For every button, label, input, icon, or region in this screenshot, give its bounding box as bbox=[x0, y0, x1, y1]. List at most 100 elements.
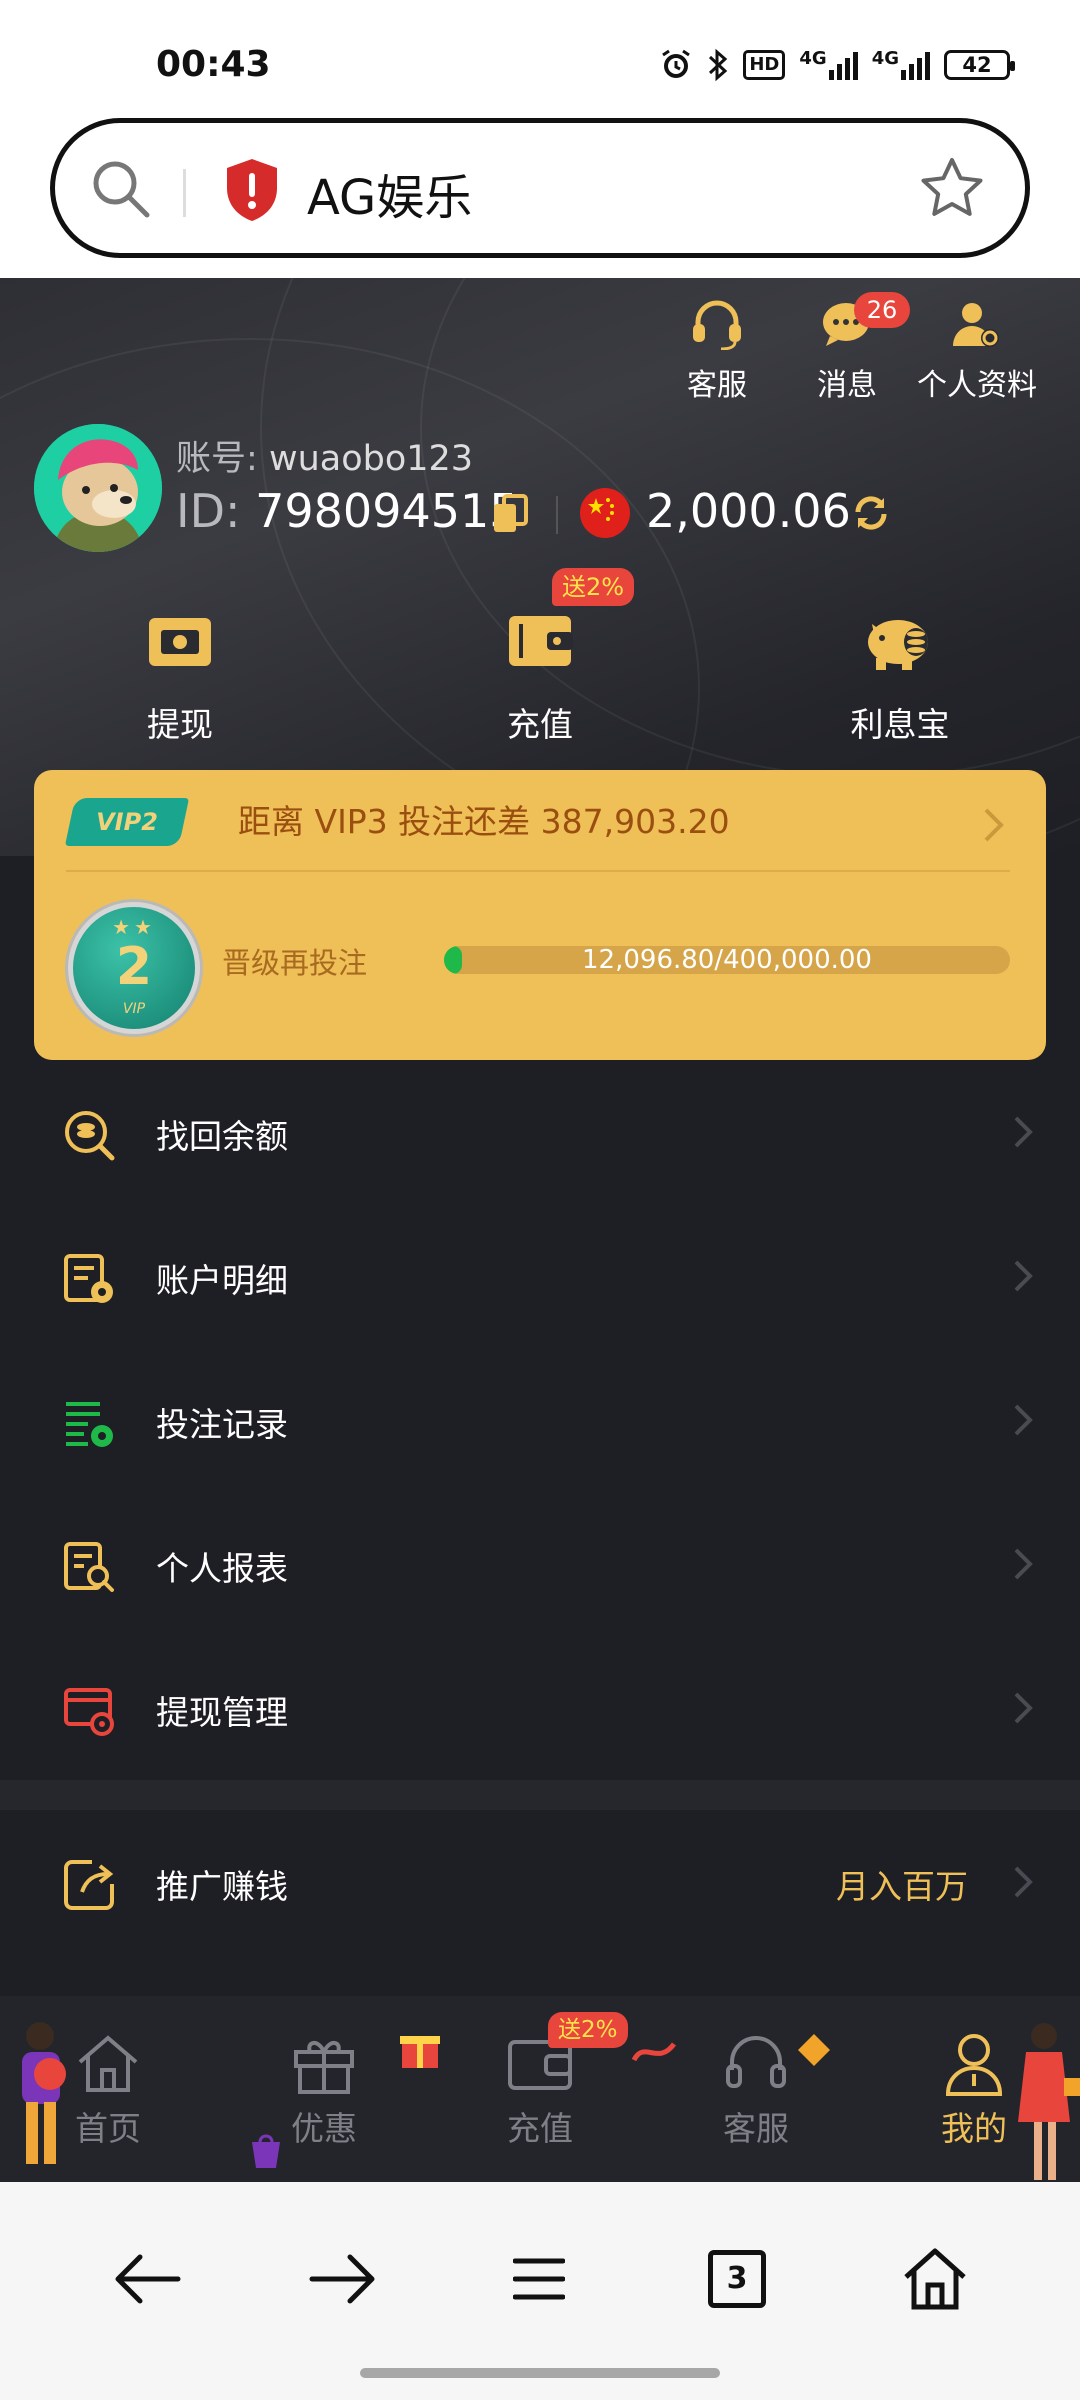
piggy-bank-icon bbox=[868, 620, 928, 670]
menu-item-label: 提现管理 bbox=[156, 1693, 288, 1732]
tab-label: 我的 bbox=[941, 2109, 1007, 2148]
interest-treasure-label: 利息宝 bbox=[850, 705, 950, 744]
customer-service-label: 客服 bbox=[687, 368, 747, 403]
withdraw-label: 提现 bbox=[147, 705, 213, 744]
menu-item-label: 个人报表 bbox=[156, 1549, 288, 1588]
deposit-bonus-badge: 送2% bbox=[552, 568, 635, 606]
account-menu: 找回余额 账户明细 投注记录 个人报表 提现管理 推广赚钱 月入百万 bbox=[0, 1060, 1080, 1970]
status-bar: 00:43 HD 4G 4G 42 bbox=[0, 0, 1080, 110]
user-id-row: ID: 798094515 bbox=[176, 484, 519, 538]
refresh-icon[interactable] bbox=[850, 492, 892, 534]
hamburger-menu-icon bbox=[513, 2258, 565, 2300]
chevron-right-icon bbox=[1014, 1404, 1033, 1436]
tabs-button[interactable]: 3 bbox=[692, 2234, 782, 2324]
chevron-right-icon bbox=[1014, 1260, 1033, 1292]
ribbon-decor-icon bbox=[632, 2042, 676, 2062]
tab-label: 客服 bbox=[723, 2109, 789, 2148]
bottom-tab-bar: 首页 优惠 充值 送2% 客服 我的 bbox=[0, 1996, 1080, 2182]
wallet-icon bbox=[509, 616, 573, 666]
arrow-left-icon bbox=[115, 2254, 181, 2304]
url-text[interactable]: AG娱乐 bbox=[307, 158, 472, 228]
id-label: ID: bbox=[176, 484, 241, 538]
vip-upgrade-message: 距离 VIP3 投注还差 387,903.20 bbox=[238, 802, 730, 841]
address-bar[interactable]: AG娱乐 bbox=[50, 118, 1030, 258]
menu-item-account-details[interactable]: 账户明细 bbox=[0, 1204, 1080, 1348]
user-icon bbox=[945, 2034, 1003, 2096]
signal-1-icon: 4G bbox=[799, 50, 858, 80]
avatar[interactable] bbox=[34, 424, 162, 552]
gesture-home-indicator[interactable] bbox=[360, 2368, 720, 2378]
vip-progress-text: 12,096.80/400,000.00 bbox=[582, 946, 872, 974]
tab-deposit[interactable]: 充值 bbox=[470, 2032, 610, 2150]
vip-progress-label: 晋级再投注 bbox=[222, 946, 368, 980]
header-divider bbox=[556, 496, 558, 534]
menu-item-recover-balance[interactable]: 找回余额 bbox=[0, 1060, 1080, 1204]
chevron-right-icon bbox=[1014, 1692, 1033, 1724]
coin-search-icon bbox=[65, 1111, 115, 1161]
headset-icon bbox=[693, 300, 741, 350]
alarm-icon bbox=[662, 49, 691, 78]
account-detail-icon bbox=[64, 1254, 113, 1303]
menu-item-label: 推广赚钱 bbox=[156, 1867, 288, 1906]
headset-icon bbox=[726, 2036, 786, 2088]
withdraw-manage-icon bbox=[64, 1688, 114, 1736]
profile-settings-icon bbox=[953, 303, 999, 347]
chevron-right-icon bbox=[1014, 1116, 1033, 1148]
account-label: 账号: bbox=[176, 439, 258, 479]
tab-home[interactable]: 首页 bbox=[38, 2032, 178, 2150]
menu-item-bet-records[interactable]: 投注记录 bbox=[0, 1348, 1080, 1492]
arrow-right-icon bbox=[309, 2254, 375, 2304]
account-name: wuaobo123 bbox=[268, 439, 474, 479]
messages-label: 消息 bbox=[817, 368, 877, 403]
profile-button[interactable]: 个人资料 bbox=[912, 294, 1042, 404]
menu-item-label: 投注记录 bbox=[156, 1405, 288, 1444]
vip-card[interactable]: VIP 2 距离 VIP3 投注还差 387,903.20 ★★ 2 VIP 晋级… bbox=[34, 770, 1046, 1060]
messages-button[interactable]: 26 消息 bbox=[782, 292, 912, 404]
vip-medal-caption: VIP bbox=[122, 1001, 146, 1017]
interest-treasure-button[interactable]: 利息宝 bbox=[780, 596, 1020, 746]
cny-flag-icon bbox=[580, 488, 630, 538]
withdraw-icon bbox=[149, 618, 211, 666]
menu-button[interactable] bbox=[494, 2234, 584, 2324]
bookmark-star-icon[interactable] bbox=[919, 155, 985, 221]
withdraw-button[interactable]: 提现 bbox=[60, 596, 300, 746]
promo-girl-right-icon bbox=[1018, 2023, 1080, 2180]
bluetooth-icon bbox=[709, 48, 728, 82]
menu-item-personal-report[interactable]: 个人报表 bbox=[0, 1492, 1080, 1636]
address-divider bbox=[183, 169, 186, 217]
vip-divider bbox=[66, 870, 1010, 872]
account-row: 账号: wuaobo123 bbox=[176, 430, 473, 481]
gift-box-decor-icon bbox=[400, 2036, 440, 2068]
security-warning-icon[interactable] bbox=[223, 157, 281, 223]
wallet-balance: 2,000.06 bbox=[646, 484, 851, 538]
menu-item-promote-earn[interactable]: 推广赚钱 月入百万 bbox=[0, 1810, 1080, 1970]
user-id: 798094515 bbox=[255, 484, 519, 538]
browser-nav-bar: 3 bbox=[0, 2182, 1080, 2400]
vip-level-number: 2 bbox=[115, 937, 153, 997]
copy-icon[interactable] bbox=[492, 494, 528, 534]
vip-medal-icon: ★★ 2 VIP bbox=[68, 902, 200, 1034]
deposit-button[interactable]: 送2% 充值 bbox=[420, 568, 660, 746]
chevron-right-icon bbox=[1014, 1866, 1033, 1898]
chevron-right-icon[interactable] bbox=[982, 806, 1006, 844]
deposit-label: 充值 bbox=[507, 705, 573, 744]
avatar-dog-icon bbox=[34, 424, 162, 552]
gift-icon bbox=[294, 2041, 354, 2094]
customer-service-button[interactable]: 客服 bbox=[652, 294, 782, 404]
menu-item-label: 账户明细 bbox=[156, 1261, 288, 1300]
shopping-bag-decor-icon bbox=[252, 2134, 280, 2168]
menu-item-withdraw-management[interactable]: 提现管理 bbox=[0, 1636, 1080, 1780]
profile-label: 个人资料 bbox=[917, 368, 1037, 403]
search-icon[interactable] bbox=[89, 157, 153, 221]
chevron-right-icon bbox=[1014, 1548, 1033, 1580]
hd-voice-icon: HD bbox=[743, 50, 786, 80]
back-button[interactable] bbox=[102, 2234, 192, 2324]
vip-progress-bar: 12,096.80/400,000.00 bbox=[444, 946, 1010, 974]
forward-button[interactable] bbox=[298, 2234, 388, 2324]
unread-count-badge: 26 bbox=[854, 292, 910, 328]
tab-customer-service[interactable]: 客服 bbox=[686, 2032, 826, 2150]
tab-label: 首页 bbox=[75, 2109, 141, 2148]
home-icon bbox=[78, 2035, 138, 2092]
deposit-bonus-badge: 送2% bbox=[548, 2012, 628, 2048]
home-button[interactable] bbox=[890, 2234, 980, 2324]
